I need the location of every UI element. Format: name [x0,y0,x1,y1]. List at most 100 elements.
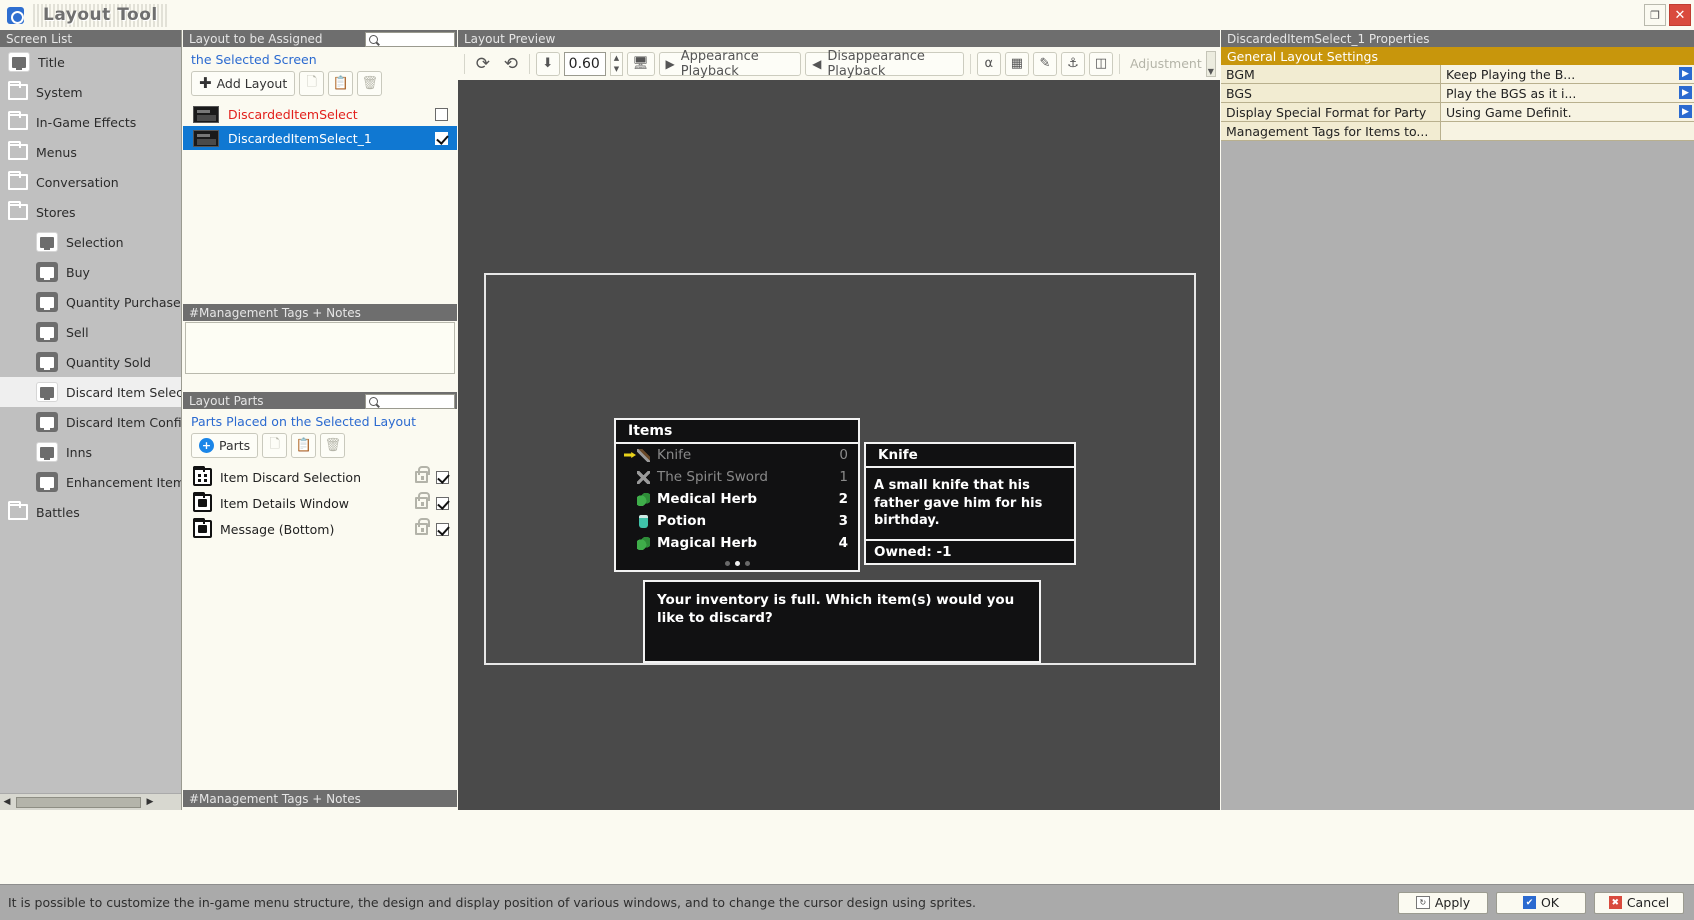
assigned-search-box[interactable] [365,32,455,47]
dropdown-arrow-icon[interactable]: ▶ [1679,86,1692,99]
zoom-down-icon[interactable]: ▼ [611,64,622,75]
part-row[interactable]: Item Details Window [183,490,457,516]
copy-part-button[interactable]: 🗋 [262,433,287,458]
part-row[interactable]: Message (Bottom) [183,516,457,542]
scroll-thumb[interactable] [16,797,141,808]
sidebar-item-buy[interactable]: Buy [0,257,181,287]
disappearance-playback-button[interactable]: ◀ Disappearance Playback [805,52,964,76]
sidebar-item-quantity-sold[interactable]: Quantity Sold [0,347,181,377]
zoom-up-icon[interactable]: ▲ [611,53,622,64]
assigned-notes-area[interactable] [185,322,455,374]
sidebar-item-sell[interactable]: Sell [0,317,181,347]
items-window[interactable]: Items Knife0The Spirit Sword1Medical Her… [614,418,860,572]
zoom-input[interactable]: 0.60 [564,52,606,76]
undo-button[interactable]: ⟲ [499,52,523,76]
item-details-window[interactable]: Knife A small knife that his father gave… [864,442,1076,565]
sidebar-item-battles[interactable]: Battles [0,497,181,527]
lock-icon[interactable] [415,471,428,483]
sidebar-item-conversation[interactable]: Conversation [0,167,181,197]
sidebar-item-system[interactable]: System [0,77,181,107]
layout-visibility-checkbox[interactable] [435,108,448,121]
pen-button[interactable]: ✎ [1033,52,1057,76]
sidebar-item-inns[interactable]: Inns [0,437,181,467]
parts-search-input[interactable] [378,395,444,407]
part-visibility-checkbox[interactable] [436,471,449,484]
pager-dot[interactable] [735,561,740,566]
sidebar-item-selection[interactable]: Selection [0,227,181,257]
part-visibility-checkbox[interactable] [436,523,449,536]
sidebar-item-menus[interactable]: Menus [0,137,181,167]
delete-layout-button[interactable]: 🗑 [357,71,382,96]
assigned-notes-panel: #Management Tags + Notes [183,304,457,384]
game-item-row[interactable]: Medical Herb2 [616,488,858,510]
parts-toolbar: + Parts 🗋 📋 🗑 [183,433,457,464]
parts-search-box[interactable] [365,394,455,409]
align-button[interactable]: ◫ [1089,52,1113,76]
ok-button[interactable]: ✔ OK [1496,892,1586,914]
scroll-right-icon[interactable]: ▶ [143,795,157,810]
paste-layout-button[interactable]: 📋 [328,71,353,96]
add-parts-button[interactable]: + Parts [191,433,258,458]
redo-button[interactable]: ⟳ [471,52,495,76]
scroll-left-icon[interactable]: ◀ [0,795,14,810]
apply-button[interactable]: ↻ Apply [1398,892,1488,914]
preview-canvas[interactable]: Items Knife0The Spirit Sword1Medical Her… [458,80,1220,810]
part-row[interactable]: Item Discard Selection [183,464,457,490]
dropdown-arrow-icon[interactable]: ▶ [1679,67,1692,80]
game-item-quantity: 1 [839,469,848,485]
preview-monitor-button[interactable]: 🖥 [627,52,655,76]
pager-dot[interactable] [725,561,730,566]
anchor-button[interactable]: ⚓ [1061,52,1085,76]
close-button[interactable]: ✕ [1669,4,1691,26]
snap-magnet-button[interactable]: ⍺ [977,52,1001,76]
restore-button[interactable]: ❐ [1644,4,1666,26]
screen-list-hscrollbar[interactable]: ◀ ▶ [0,793,181,810]
sidebar-item-in-game-effects[interactable]: In-Game Effects [0,107,181,137]
sidebar-item-discard-item-confirm[interactable]: Discard Item Confirm [0,407,181,437]
game-item-row[interactable]: Knife0 [616,444,858,466]
sidebar-item-enhancement-item-s[interactable]: Enhancement Item S [0,467,181,497]
layout-row[interactable]: DiscardedItemSelect [183,102,457,126]
property-row[interactable]: BGMKeep Playing the B...▶ [1221,65,1694,84]
dropdown-arrow-icon[interactable]: ▶ [1679,105,1692,118]
preview-toolbar: ⟳ ⟲ ⬇ 0.60 ▲ ▼ 🖥 ▶ Appearance Playback ◀… [458,47,1220,80]
paste-part-button[interactable]: 📋 [291,433,316,458]
delete-part-button[interactable]: 🗑 [320,433,345,458]
items-pager[interactable] [616,561,858,566]
assigned-search-input[interactable] [378,33,444,45]
property-value[interactable]: Using Game Definit.▶ [1441,103,1694,121]
sidebar-item-stores[interactable]: Stores [0,197,181,227]
part-visibility-checkbox[interactable] [436,497,449,510]
appearance-playback-button[interactable]: ▶ Appearance Playback [659,52,802,76]
cancel-button[interactable]: ✖ Cancel [1594,892,1684,914]
sidebar-item-quantity-purchased[interactable]: Quantity Purchased [0,287,181,317]
items-window-title: Items [616,420,858,444]
layout-row[interactable]: DiscardedItemSelect_1 [183,126,457,150]
sidebar-item-discard-item-selectio[interactable]: Discard Item Selectio [0,377,181,407]
add-layout-button[interactable]: ✚ Add Layout [191,71,295,96]
property-value[interactable] [1441,122,1694,140]
sidebar-item-title[interactable]: Title [0,47,181,77]
layout-visibility-checkbox[interactable] [435,132,448,145]
lock-icon[interactable] [415,497,428,509]
message-window[interactable]: Your inventory is full. Which item(s) wo… [643,580,1041,663]
copy-layout-button[interactable]: 🗋 [299,71,324,96]
property-value[interactable]: Keep Playing the B...▶ [1441,65,1694,83]
property-row[interactable]: BGSPlay the BGS as it i...▶ [1221,84,1694,103]
grid-button[interactable]: ▦ [1005,52,1029,76]
preview-vscrollbar[interactable]: ▼ [1206,51,1216,77]
property-row[interactable]: Management Tags for Items to... [1221,122,1694,141]
cursor-arrow-icon [624,452,636,458]
zoom-stepper[interactable]: ▲ ▼ [610,52,623,76]
game-item-row[interactable]: Magical Herb4 [616,532,858,554]
trash-icon: 🗑 [324,438,341,453]
pager-dot[interactable] [745,561,750,566]
property-row[interactable]: Display Special Format for PartyUsing Ga… [1221,103,1694,122]
game-item-row[interactable]: The Spirit Sword1 [616,466,858,488]
assigned-header: Layout to be Assigned [183,30,457,47]
game-item-name: Knife [657,447,691,463]
lock-icon[interactable] [415,523,428,535]
fit-to-screen-button[interactable]: ⬇ [536,52,560,76]
property-value[interactable]: Play the BGS as it i...▶ [1441,84,1694,102]
game-item-row[interactable]: Potion3 [616,510,858,532]
